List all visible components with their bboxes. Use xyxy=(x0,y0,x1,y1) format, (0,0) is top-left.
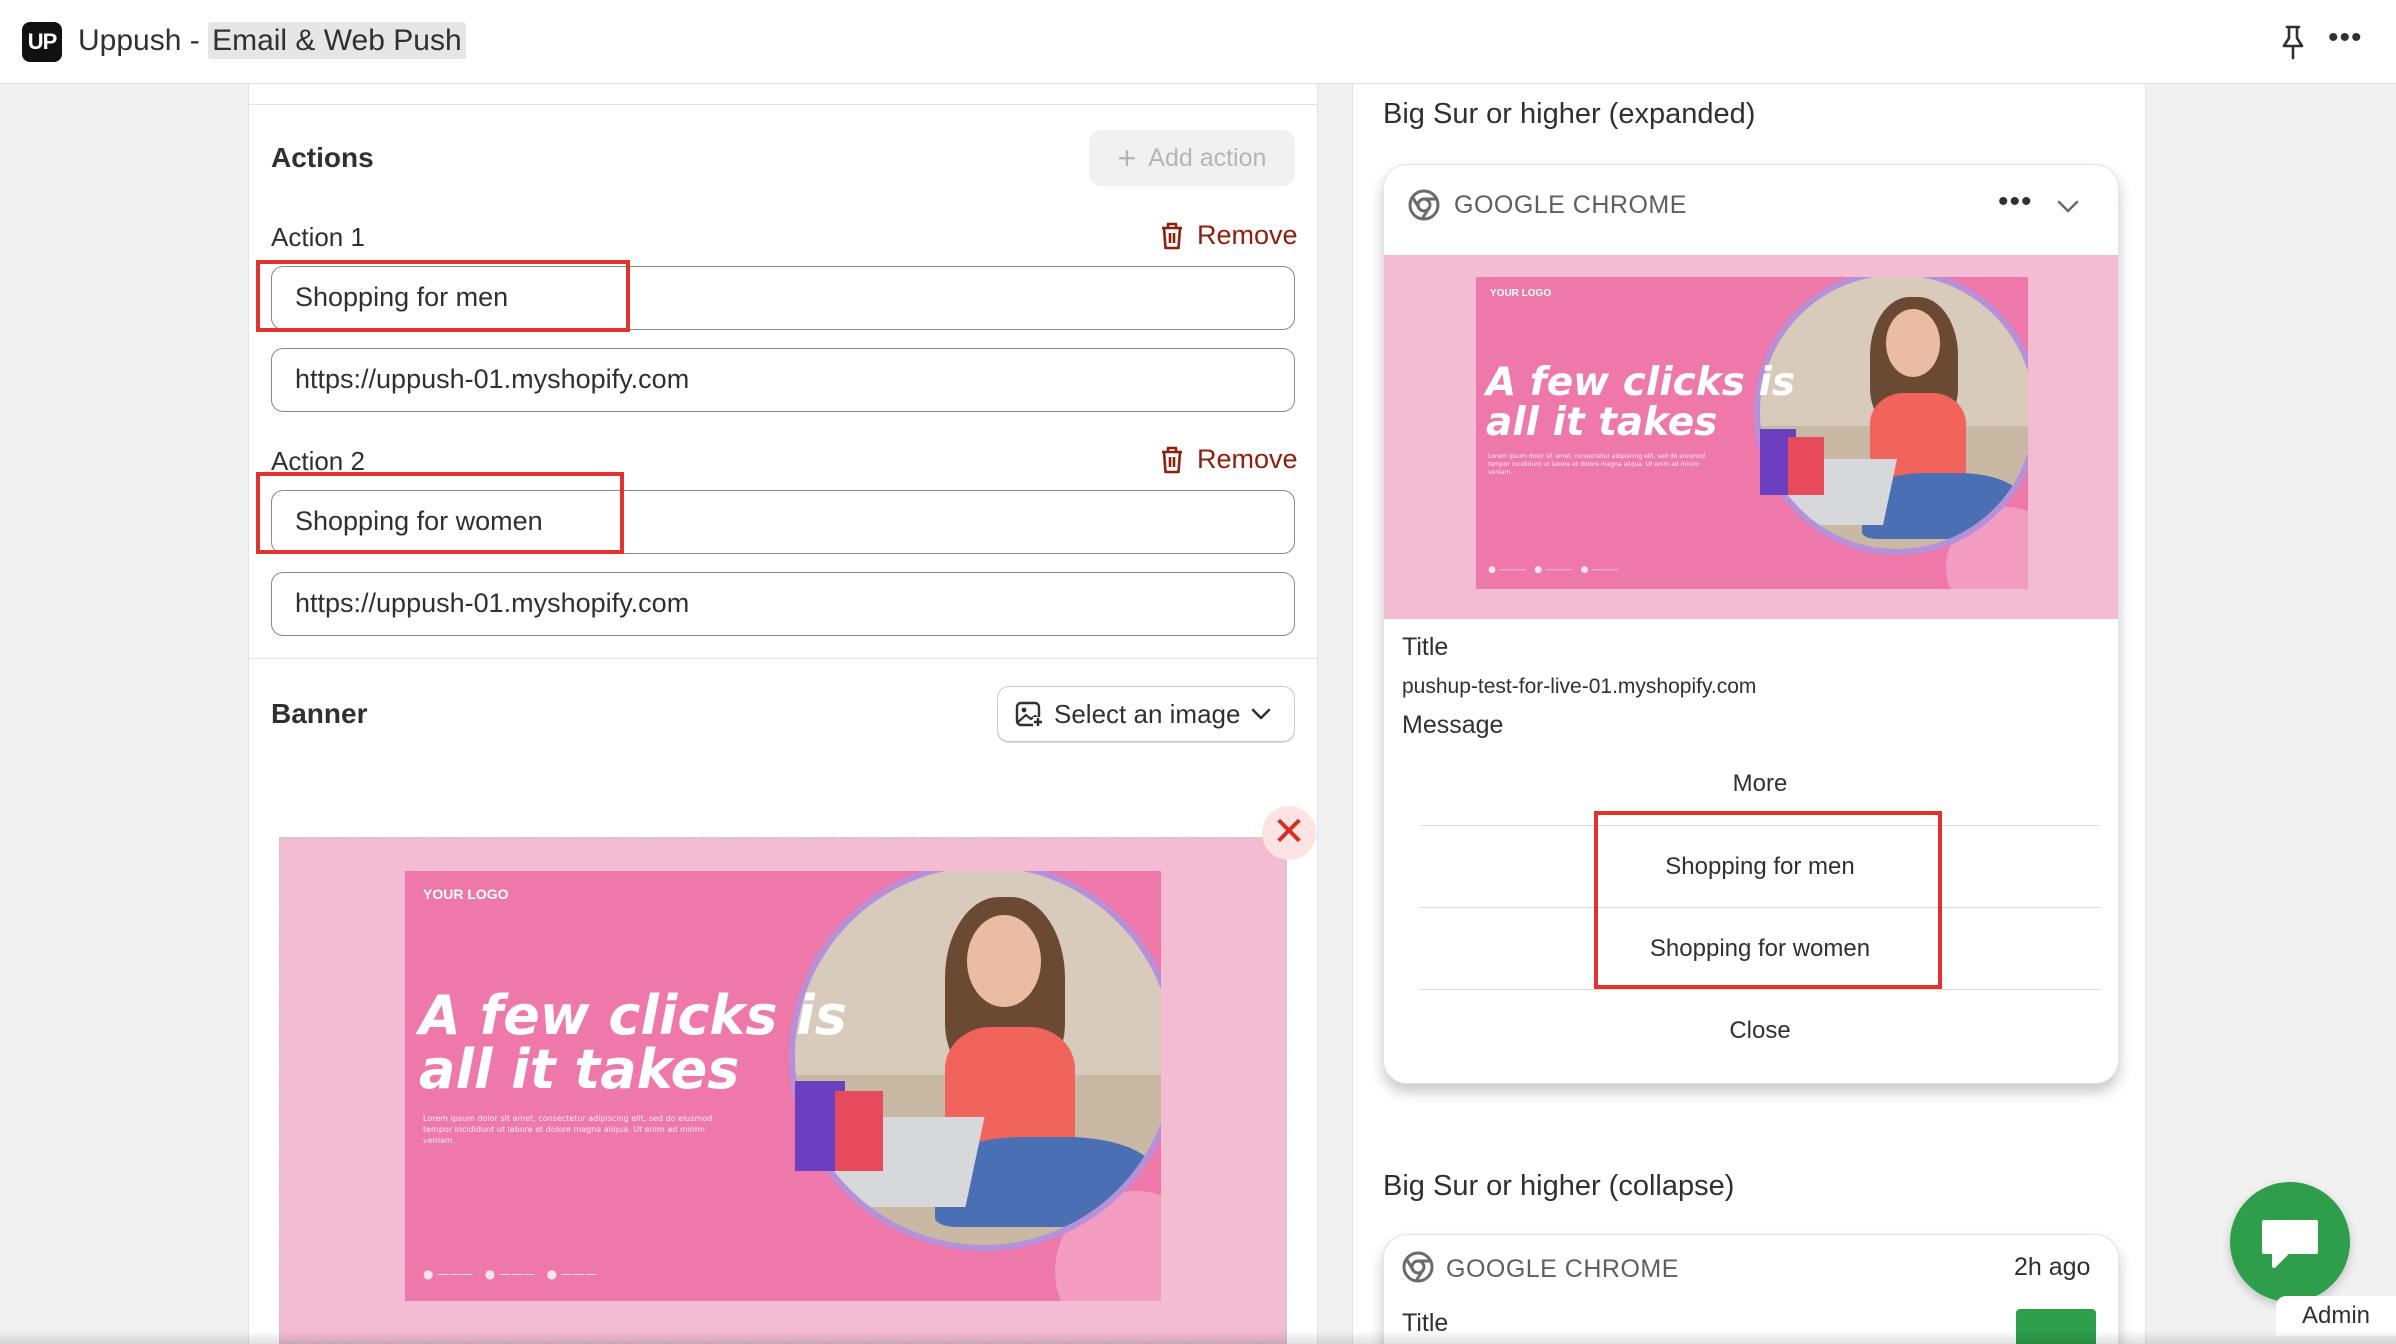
banner-footer-dots: ● ——— ● ——— ● ——— xyxy=(1488,565,1619,575)
preview-expanded-heading: Big Sur or higher (expanded) xyxy=(1383,98,1756,130)
preview-collapse-heading: Big Sur or higher (collapse) xyxy=(1383,1170,1735,1202)
notification-site: pushup-test-for-live-01.myshopify.com xyxy=(1402,675,1757,698)
app-header: UP Uppush - Email & Web Push ••• xyxy=(0,0,2396,84)
chevron-down-icon xyxy=(1252,708,1271,720)
woman-face xyxy=(1886,309,1940,377)
headline-line-2: all it takes xyxy=(1486,400,1718,445)
shopping-bag xyxy=(835,1091,883,1171)
browser-name: GOOGLE CHROME xyxy=(1446,1255,1679,1283)
remove-label: Remove xyxy=(1197,220,1298,250)
close-icon[interactable]: ✕ xyxy=(1262,806,1316,860)
notification-title: Title xyxy=(1402,633,1449,661)
preview-panel: Big Sur or higher (expanded) GOOGLE CHRO… xyxy=(1352,84,2146,1344)
expanded-notification-card: GOOGLE CHROME ••• YOUR LOGO A few clicks xyxy=(1383,164,2119,1084)
chat-icon xyxy=(2262,1220,2318,1268)
banner-headline: A few clicks is all it takes xyxy=(419,989,847,1097)
remove-action-2-button[interactable]: Remove xyxy=(1159,444,1298,475)
highlight-box xyxy=(1594,811,1942,989)
shopping-bag xyxy=(1788,437,1824,495)
banner-artwork: YOUR LOGO A few clicks is all it takes L… xyxy=(405,871,1161,1301)
more-horizontal-icon[interactable]: ••• xyxy=(1998,185,2033,219)
banner-headline: A few clicks is all it takes xyxy=(1486,363,1795,443)
select-image-label: Select an image xyxy=(1054,698,1241,729)
select-image-button[interactable]: Select an image xyxy=(997,686,1295,742)
remove-label: Remove xyxy=(1197,444,1298,474)
title-separator: - xyxy=(181,24,209,57)
action-2-url-field[interactable]: https://uppush-01.myshopify.com xyxy=(271,572,1295,636)
time-ago: 2h ago xyxy=(2014,1253,2091,1281)
remove-action-1-button[interactable]: Remove xyxy=(1159,220,1298,251)
action-1-label: Action 1 xyxy=(271,222,365,252)
image-add-icon xyxy=(1015,701,1043,727)
section-divider xyxy=(249,658,1317,659)
banner-footer-dots: ● ——— ● ——— ● ——— xyxy=(423,1267,597,1281)
actions-heading: Actions xyxy=(271,142,374,173)
close-row[interactable]: Close xyxy=(1420,989,2100,1071)
woman-face xyxy=(967,915,1041,1007)
trash-icon xyxy=(1162,446,1182,473)
app-subtitle: Email & Web Push xyxy=(208,22,466,59)
editor-card: Actions + Add action Action 1 Remove Sho… xyxy=(248,84,1318,1344)
headline-line-2: all it takes xyxy=(419,1038,740,1101)
headline-line-1: A few clicks is xyxy=(419,984,847,1047)
chevron-down-icon[interactable] xyxy=(2056,199,2080,215)
banner-body-text: Lorem ipsum dolor sit amet, consectetur … xyxy=(423,1114,713,1145)
chrome-icon xyxy=(1402,1251,1434,1283)
action-1-url-field[interactable]: https://uppush-01.myshopify.com xyxy=(271,348,1295,412)
collapsed-notification-card: GOOGLE CHROME 2h ago Title xyxy=(1383,1234,2119,1344)
app-name: Uppush xyxy=(78,24,182,57)
add-action-button[interactable]: + Add action xyxy=(1089,130,1295,186)
banner-artwork: YOUR LOGO A few clicks is all it takes L… xyxy=(1476,277,2028,589)
trash-icon xyxy=(1162,222,1182,249)
photo-circle xyxy=(1754,277,2028,555)
more-horizontal-icon[interactable]: ••• xyxy=(2328,23,2366,56)
bottom-shadow xyxy=(0,1330,2396,1344)
headline-line-1: A few clicks is xyxy=(1486,360,1796,405)
notification-banner-image: YOUR LOGO A few clicks is all it takes L… xyxy=(1384,255,2118,619)
notification-message: Message xyxy=(1402,711,1504,739)
add-action-label: Add action xyxy=(1148,143,1267,172)
highlight-box xyxy=(256,472,624,554)
browser-name: GOOGLE CHROME xyxy=(1454,191,1687,219)
chat-button[interactable] xyxy=(2230,1182,2350,1302)
banner-body-text: Lorem ipsum dolor sit amet, consectetur … xyxy=(1488,453,1705,476)
plus-icon: + xyxy=(1117,140,1137,176)
chrome-icon xyxy=(1408,189,1440,221)
highlight-box xyxy=(256,260,630,332)
your-logo-mark: YOUR LOGO xyxy=(1490,288,1552,299)
card-divider xyxy=(249,104,1317,105)
banner-image-preview[interactable]: YOUR LOGO A few clicks is all it takes L… xyxy=(279,837,1287,1344)
app-logo: UP xyxy=(22,22,62,62)
app-title: Uppush - Email & Web Push xyxy=(78,22,466,59)
pin-icon[interactable] xyxy=(2276,24,2310,60)
banner-heading: Banner xyxy=(271,698,368,729)
your-logo-mark: YOUR LOGO xyxy=(423,886,509,902)
